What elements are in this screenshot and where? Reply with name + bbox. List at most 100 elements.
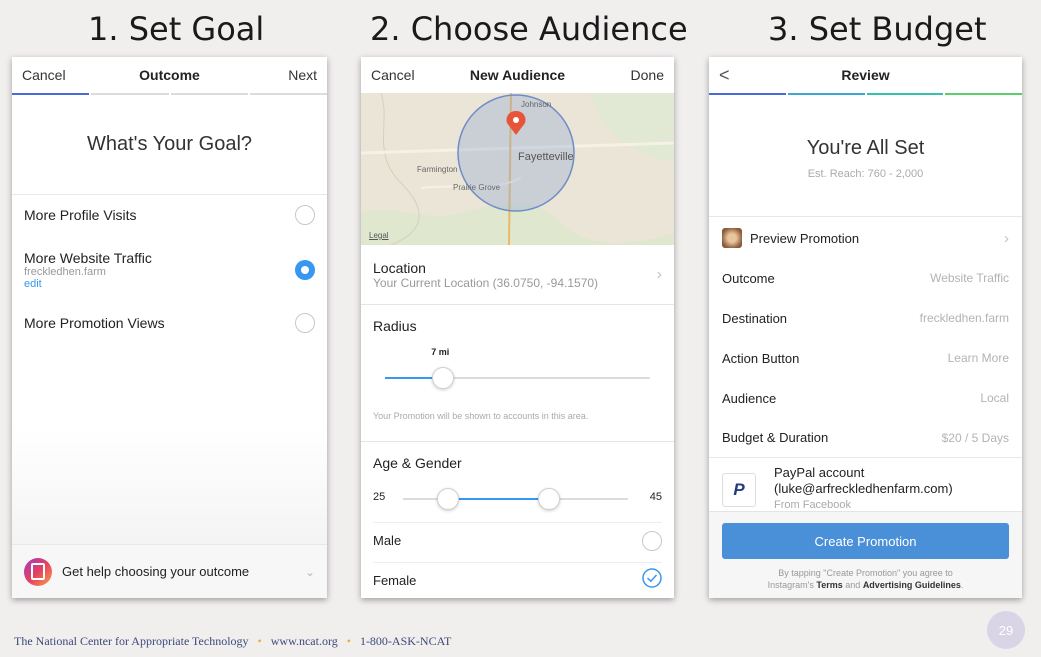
paypal-text: PayPal account (luke@arfreckledhenfarm.c… bbox=[774, 465, 953, 508]
cancel-button[interactable]: Cancel bbox=[22, 67, 66, 83]
back-icon[interactable]: < bbox=[719, 65, 730, 86]
row-value: freckledhen.farm bbox=[919, 311, 1009, 325]
review-nav-bar: < Review bbox=[709, 57, 1022, 93]
terms-prefix: Instagram's bbox=[767, 580, 814, 590]
row-value: Website Traffic bbox=[930, 271, 1009, 285]
terms-and: and bbox=[845, 580, 861, 590]
chevron-right-icon: › bbox=[656, 265, 662, 283]
footer-separator: • bbox=[257, 634, 262, 648]
age-min-label: 25 bbox=[373, 491, 386, 503]
radius-slider-thumb[interactable] bbox=[432, 367, 455, 389]
review-row-action-button[interactable]: Action Button Learn More bbox=[709, 338, 1022, 378]
row-value: Local bbox=[980, 391, 1009, 405]
review-row-destination[interactable]: Destination freckledhen.farm bbox=[709, 298, 1022, 338]
option-radio[interactable] bbox=[295, 260, 315, 280]
map-label: Farmington bbox=[417, 165, 458, 174]
review-row-audience[interactable]: Audience Local bbox=[709, 378, 1022, 418]
option-website-traffic[interactable]: More Website Traffic freckledhen.farm ed… bbox=[12, 235, 327, 305]
location-text: Location Your Current Location (36.0750,… bbox=[373, 260, 598, 290]
review-row-budget[interactable]: Budget & Duration $20 / 5 Days bbox=[709, 418, 1022, 458]
footer-phone: 1-800-ASK-NCAT bbox=[359, 634, 452, 648]
progress-segment bbox=[866, 93, 944, 95]
create-promotion-button[interactable]: Create Promotion bbox=[722, 523, 1009, 559]
footer-org: The National Center for Appropriate Tech… bbox=[14, 634, 249, 648]
step2-title: 2. Choose Audience bbox=[370, 10, 688, 48]
radius-section: Radius 7 mi Your Promotion will be shown… bbox=[361, 305, 674, 442]
progress-segment bbox=[249, 93, 327, 95]
row-label: Outcome bbox=[722, 270, 775, 286]
radius-value: 7 mi bbox=[431, 347, 450, 357]
age-min-thumb[interactable] bbox=[437, 488, 459, 510]
progress-segment bbox=[945, 93, 1022, 95]
location-value: Your Current Location (36.0750, -94.1570… bbox=[373, 275, 599, 290]
location-row[interactable]: Location Your Current Location (36.0750,… bbox=[361, 245, 674, 305]
option-promotion-views[interactable]: More Promotion Views bbox=[12, 305, 327, 341]
empty-area bbox=[12, 427, 327, 544]
option-radio[interactable] bbox=[295, 205, 315, 225]
review-heading: You're All Set bbox=[806, 137, 925, 159]
row-label: Budget & Duration bbox=[722, 430, 829, 445]
terms-line2: Instagram's Terms and Advertising Guidel… bbox=[709, 579, 1022, 591]
review-row-outcome[interactable]: Outcome Website Traffic bbox=[709, 258, 1022, 298]
progress-segment bbox=[787, 93, 865, 95]
progress-segment bbox=[91, 93, 169, 95]
paypal-title: PayPal account bbox=[774, 465, 865, 480]
page-number: 29 bbox=[987, 611, 1025, 649]
paypal-account: (luke@arfreckledhenfarm.com) bbox=[774, 481, 953, 496]
location-map[interactable]: Johnson Fayetteville Farmington Prairie … bbox=[361, 93, 674, 245]
age-gender-label: Age & Gender bbox=[373, 455, 462, 471]
checkmark-circle-icon bbox=[642, 568, 662, 588]
estimated-reach: Est. Reach: 760 - 2,000 bbox=[807, 168, 924, 180]
gender-female-row[interactable]: Female bbox=[373, 562, 662, 598]
preview-promotion-row[interactable]: Preview Promotion › bbox=[709, 218, 1022, 258]
radius-note: Your Promotion will be shown to accounts… bbox=[373, 411, 589, 421]
preview-label: Preview Promotion bbox=[750, 230, 860, 246]
option-text: More Website Traffic freckledhen.farm ed… bbox=[24, 250, 152, 290]
terms-link[interactable]: Terms bbox=[816, 580, 842, 590]
review-hero: You're All Set Est. Reach: 760 - 2,000 bbox=[709, 95, 1022, 217]
footer-separator: • bbox=[346, 634, 351, 648]
male-checkbox[interactable] bbox=[642, 530, 662, 551]
guide-icon bbox=[24, 557, 52, 586]
terms-text: By tapping "Create Promotion" you agree … bbox=[709, 567, 1022, 591]
edit-link[interactable]: edit bbox=[24, 278, 152, 290]
done-button[interactable]: Done bbox=[631, 67, 664, 83]
chevron-down-icon: ⌄ bbox=[304, 564, 315, 579]
gender-male-row[interactable]: Male bbox=[373, 522, 662, 558]
payment-method-row[interactable]: P PayPal account (luke@arfreckledhenfarm… bbox=[709, 458, 1022, 508]
option-profile-visits[interactable]: More Profile Visits bbox=[12, 195, 327, 235]
goal-nav-bar: Cancel Outcome Next bbox=[12, 57, 327, 93]
progress-segment bbox=[12, 93, 90, 95]
footer-url[interactable]: www.ncat.org bbox=[271, 634, 338, 648]
goal-screen: Cancel Outcome Next What's Your Goal? Mo… bbox=[12, 57, 327, 598]
help-outcome-button[interactable]: Get help choosing your outcome ⌄ bbox=[12, 544, 327, 598]
age-gender-section: Age & Gender 25 45 Male Female bbox=[361, 442, 674, 597]
advertising-guidelines-link[interactable]: Advertising Guidelines bbox=[863, 580, 961, 590]
step1-title: 1. Set Goal bbox=[88, 10, 265, 48]
terms-line1: By tapping "Create Promotion" you agree … bbox=[778, 568, 953, 578]
paypal-source: From Facebook bbox=[774, 499, 852, 508]
legal-link[interactable]: Legal bbox=[369, 231, 389, 240]
cancel-button[interactable]: Cancel bbox=[371, 67, 415, 83]
female-label: Female bbox=[373, 573, 417, 588]
audience-screen: Cancel New Audience Done Johnson Fayette… bbox=[361, 57, 674, 598]
goal-heading: What's Your Goal? bbox=[12, 95, 327, 195]
promotion-thumbnail-icon bbox=[722, 228, 742, 248]
row-value: $20 / 5 Days bbox=[941, 430, 1009, 445]
male-label: Male bbox=[373, 533, 402, 548]
map-graphic bbox=[361, 93, 674, 245]
option-url: freckledhen.farm bbox=[24, 266, 106, 278]
option-radio[interactable] bbox=[295, 313, 315, 333]
preview-promotion: Preview Promotion bbox=[722, 228, 859, 248]
next-button[interactable]: Next bbox=[288, 67, 317, 83]
radius-label: Radius bbox=[373, 318, 417, 334]
option-label: More Website Traffic bbox=[24, 250, 152, 266]
progress-segment bbox=[709, 93, 786, 95]
option-label: More Profile Visits bbox=[24, 207, 137, 223]
age-max-thumb[interactable] bbox=[538, 488, 561, 510]
row-label: Action Button bbox=[722, 350, 800, 366]
paypal-icon: P bbox=[722, 473, 756, 507]
row-value: Learn More bbox=[947, 351, 1009, 365]
female-checkbox[interactable] bbox=[642, 568, 662, 593]
help-label: Get help choosing your outcome bbox=[62, 564, 250, 579]
